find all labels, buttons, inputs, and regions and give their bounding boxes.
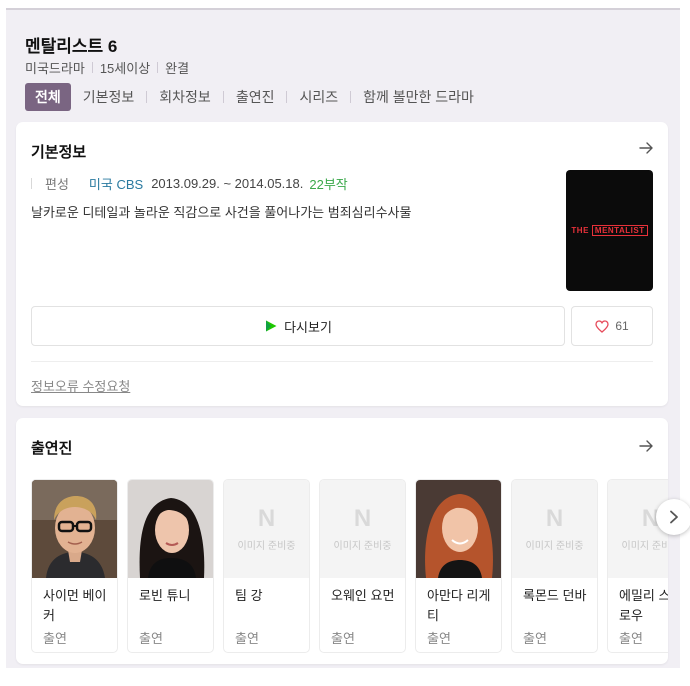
cast-role: 출연: [331, 631, 355, 646]
description: 날카로운 디테일과 놀라운 직감으로 사건을 풀어나가는 범죄심리수사물: [31, 205, 412, 220]
heart-icon: [595, 319, 609, 333]
cast-role: 출연: [523, 631, 547, 646]
poster-logo: THE MENTALIST: [571, 225, 648, 236]
meta-separator: [91, 62, 93, 73]
broadcast-label: 편성: [45, 177, 69, 192]
tab-episodes[interactable]: 회차정보: [147, 83, 223, 111]
meta-rating: 15세이상: [99, 61, 151, 76]
divider: [31, 361, 653, 362]
watch-again-label: 다시보기: [284, 319, 332, 335]
no-image-placeholder: N 이미지 준비중: [512, 480, 597, 578]
broadcast-dates: 2013.09.29. ~ 2014.05.18.: [151, 176, 304, 191]
cast-role: 출연: [619, 631, 643, 646]
n-logo-icon: N: [353, 504, 372, 532]
episode-count[interactable]: 22부작: [309, 174, 347, 193]
broadcast-info: 편성 미국 CBS 2013.09.29. ~ 2014.05.18. 22부작: [31, 174, 348, 193]
cast-card: 출연진 사이먼 베이커 출연 로빈 튜니 출연 N 이미지 준비중 팀 강 출연…: [16, 418, 668, 664]
n-logo-icon: N: [545, 504, 564, 532]
no-image-placeholder: N 이미지 준비중: [608, 480, 668, 578]
basic-info-card: 기본정보 편성 미국 CBS 2013.09.29. ~ 2014.05.18.…: [16, 122, 668, 406]
arrow-right-icon[interactable]: [638, 438, 654, 454]
basic-info-title[interactable]: 기본정보: [31, 141, 86, 162]
cast-photo: [128, 480, 213, 578]
cast-name: 아만다 리게티: [427, 588, 491, 623]
cast-item[interactable]: N 이미지 준비중 팀 강 출연: [223, 479, 310, 653]
cast-role: 출연: [427, 631, 451, 646]
portrait-image: [32, 480, 117, 578]
portrait-image: [128, 480, 213, 578]
poster-image[interactable]: THE MENTALIST: [566, 170, 653, 291]
portrait-image: [416, 480, 501, 578]
cast-title[interactable]: 출연진: [31, 437, 72, 458]
cast-item[interactable]: N 이미지 준비중 오웨인 요먼 출연: [319, 479, 406, 653]
play-icon: [266, 320, 277, 332]
report-error-link[interactable]: 정보오류 수정요청: [31, 376, 130, 395]
no-image-placeholder: N 이미지 준비중: [224, 480, 309, 578]
meta-status: 완결: [165, 61, 190, 76]
no-image-text: 이미지 준비중: [237, 540, 296, 552]
cast-role: 출연: [235, 631, 259, 646]
cast-name: 팀 강: [235, 588, 263, 603]
network-link[interactable]: 미국 CBS: [89, 174, 143, 193]
like-count: 61: [615, 319, 629, 333]
info-bar: [31, 178, 32, 189]
meta-separator: [157, 62, 159, 73]
tab-bar: 전체 기본정보 회차정보 출연진 시리즈 함께 볼만한 드라마: [25, 83, 486, 111]
meta-row: 미국드라마 15세이상 완결: [25, 58, 189, 77]
no-image-text: 이미지 준비중: [333, 540, 392, 552]
tab-series[interactable]: 시리즈: [287, 83, 350, 111]
cast-role: 출연: [139, 631, 163, 646]
tab-cast[interactable]: 출연진: [224, 83, 287, 111]
tab-recommended[interactable]: 함께 볼만한 드라마: [351, 83, 486, 111]
like-button[interactable]: 61: [571, 306, 653, 346]
poster-logo-the: THE: [571, 226, 589, 235]
cast-item[interactable]: 아만다 리게티 출연: [415, 479, 502, 653]
cast-item[interactable]: 로빈 튜니 출연: [127, 479, 214, 653]
cast-photo: [416, 480, 501, 578]
cast-name: 오웨인 요먼: [331, 588, 395, 603]
cast-name: 에밀리 스왈로우: [619, 588, 668, 623]
cast-item[interactable]: 사이먼 베이커 출연: [31, 479, 118, 653]
watch-again-button[interactable]: 다시보기: [31, 306, 565, 346]
cast-name: 사이먼 베이커: [43, 588, 107, 623]
cast-name: 로빈 튜니: [139, 588, 191, 603]
cast-next-button[interactable]: [656, 499, 690, 535]
arrow-right-icon[interactable]: [638, 140, 654, 156]
no-image-text: 이미지 준비중: [621, 540, 669, 552]
n-logo-icon: N: [257, 504, 276, 532]
cast-photo: [32, 480, 117, 578]
page-title: 멘탈리스트 6: [25, 37, 118, 56]
tab-all[interactable]: 전체: [25, 83, 71, 111]
cast-role: 출연: [43, 631, 67, 646]
tab-basic-info[interactable]: 기본정보: [71, 83, 147, 111]
chevron-right-icon: [670, 510, 678, 524]
cast-name: 록몬드 던바: [523, 588, 587, 603]
poster-logo-mentalist: MENTALIST: [591, 225, 648, 236]
cast-item[interactable]: N 이미지 준비중 록몬드 던바 출연: [511, 479, 598, 653]
meta-genre: 미국드라마: [25, 61, 85, 76]
no-image-text: 이미지 준비중: [525, 540, 584, 552]
no-image-placeholder: N 이미지 준비중: [320, 480, 405, 578]
drama-info-panel: 멘탈리스트 6 미국드라마 15세이상 완결 전체 기본정보 회차정보 출연진 …: [6, 8, 680, 668]
cast-list: 사이먼 베이커 출연 로빈 튜니 출연 N 이미지 준비중 팀 강 출연 N 이…: [31, 479, 668, 653]
